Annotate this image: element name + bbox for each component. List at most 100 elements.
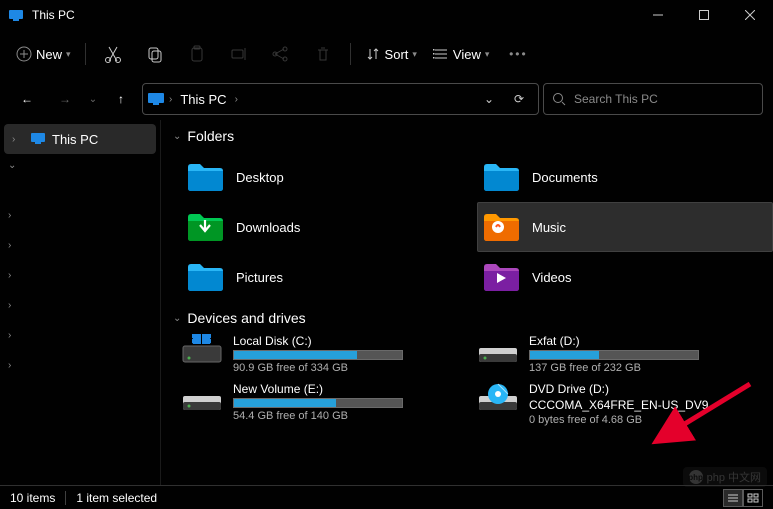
refresh-button[interactable]: ⟳	[504, 92, 534, 106]
folder-item-music[interactable]: Music	[477, 202, 773, 252]
drive-name: Local Disk (C:)	[233, 334, 403, 348]
drive-sub: CCCOMA_X64FRE_EN-US_DV9	[529, 398, 708, 412]
capacity-bar	[529, 350, 699, 360]
sidebar-hidden-item[interactable]: ⌄	[0, 160, 160, 200]
recent-dropdown[interactable]: ⌄	[86, 83, 100, 115]
separator	[85, 43, 86, 65]
sidebar-hidden-item[interactable]: ›	[0, 350, 160, 380]
drive-free: 54.4 GB free of 140 GB	[233, 410, 403, 422]
sidebar-hidden-item[interactable]: ›	[0, 260, 160, 290]
copy-icon	[146, 45, 164, 63]
folder-label: Downloads	[236, 220, 300, 235]
close-button[interactable]	[727, 0, 773, 30]
drive-free: 0 bytes free of 4.68 GB	[529, 414, 708, 426]
drive-item[interactable]: DVD Drive (D:) CCCOMA_X64FRE_EN-US_DV9 0…	[477, 382, 773, 426]
more-button[interactable]: •••	[499, 38, 537, 70]
rename-button[interactable]	[220, 38, 258, 70]
back-button[interactable]: ←	[10, 83, 44, 115]
delete-button[interactable]	[304, 38, 342, 70]
new-button[interactable]: New ▾	[10, 38, 77, 70]
share-button[interactable]	[262, 38, 300, 70]
folder-icon	[482, 161, 520, 193]
group-header-folders[interactable]: ⌄ Folders	[161, 120, 773, 152]
window-title: This PC	[32, 8, 75, 22]
status-selection: 1 item selected	[76, 491, 157, 505]
history-dropdown[interactable]: ⌄	[474, 92, 504, 106]
drive-name: New Volume (E:)	[233, 382, 403, 396]
chevron-right-icon[interactable]: ›	[8, 270, 20, 281]
chevron-down-icon: ▾	[66, 49, 71, 60]
maximize-button[interactable]	[681, 0, 727, 30]
chevron-down-icon: ▾	[485, 49, 490, 60]
group-header-devices[interactable]: ⌄ Devices and drives	[161, 302, 773, 334]
capacity-bar	[233, 398, 403, 408]
sort-button[interactable]: Sort ▾	[359, 38, 423, 70]
delete-icon	[314, 45, 332, 63]
thumbnails-view-button[interactable]	[743, 489, 763, 507]
breadcrumb[interactable]: This PC	[176, 92, 230, 107]
chevron-down-icon[interactable]: ⌄	[8, 160, 20, 171]
forward-button[interactable]: →	[48, 83, 82, 115]
address-bar[interactable]: › This PC › ⌄ ⟳	[142, 83, 539, 115]
view-icon	[433, 46, 449, 62]
drive-item[interactable]: New Volume (E:) 54.4 GB free of 140 GB	[181, 382, 477, 426]
chevron-right-icon[interactable]: ›	[12, 134, 24, 145]
folder-icon	[482, 261, 520, 293]
details-view-button[interactable]	[723, 489, 743, 507]
folder-label: Videos	[532, 270, 572, 285]
folder-icon	[186, 261, 224, 293]
drive-free: 137 GB free of 232 GB	[529, 362, 699, 374]
app-icon	[8, 7, 24, 23]
folder-label: Music	[532, 220, 566, 235]
drive-icon	[477, 382, 519, 414]
status-item-count: 10 items	[10, 491, 55, 505]
chevron-right-icon[interactable]: ›	[8, 300, 20, 311]
drive-item[interactable]: Local Disk (C:) 90.9 GB free of 334 GB	[181, 334, 477, 374]
watermark: php php 中文网	[683, 467, 767, 487]
folder-item-desktop[interactable]: Desktop	[181, 152, 477, 202]
separator	[350, 43, 351, 65]
folder-icon	[186, 211, 224, 243]
rename-icon	[230, 45, 248, 63]
copy-button[interactable]	[136, 38, 174, 70]
sort-icon	[365, 46, 381, 62]
cut-button[interactable]	[94, 38, 132, 70]
folder-item-videos[interactable]: Videos	[477, 252, 773, 302]
search-input[interactable]: Search This PC	[543, 83, 763, 115]
plus-icon	[16, 46, 32, 62]
chevron-right-icon[interactable]: ›	[8, 330, 20, 341]
view-button[interactable]: View ▾	[427, 38, 495, 70]
pc-icon	[147, 92, 165, 106]
separator	[65, 491, 66, 505]
share-icon	[272, 45, 290, 63]
chevron-down-icon: ⌄	[173, 131, 181, 142]
up-button[interactable]: ↑	[104, 83, 138, 115]
sidebar-hidden-item[interactable]: ›	[0, 230, 160, 260]
cut-icon	[104, 45, 122, 63]
drive-free: 90.9 GB free of 334 GB	[233, 362, 403, 374]
folder-item-documents[interactable]: Documents	[477, 152, 773, 202]
folder-item-pictures[interactable]: Pictures	[181, 252, 477, 302]
drive-item[interactable]: Exfat (D:) 137 GB free of 232 GB	[477, 334, 773, 374]
navigation-pane: › This PC ⌄ › › › › › ›	[0, 120, 160, 485]
sidebar-hidden-item[interactable]: ›	[0, 290, 160, 320]
folder-label: Pictures	[236, 270, 283, 285]
chevron-right-icon: ›	[235, 94, 238, 105]
folder-item-downloads[interactable]: Downloads	[181, 202, 477, 252]
sidebar-item-this-pc[interactable]: › This PC	[4, 124, 156, 154]
more-icon: •••	[509, 47, 528, 61]
chevron-right-icon[interactable]: ›	[8, 360, 20, 371]
chevron-right-icon: ›	[169, 94, 172, 105]
drive-name: DVD Drive (D:)	[529, 382, 708, 396]
chevron-right-icon[interactable]: ›	[8, 210, 20, 221]
drive-icon	[477, 334, 519, 366]
folder-label: Documents	[532, 170, 598, 185]
sidebar-hidden-item[interactable]: ›	[0, 200, 160, 230]
chevron-right-icon[interactable]: ›	[8, 240, 20, 251]
chevron-down-icon: ⌄	[173, 313, 181, 324]
sidebar-hidden-item[interactable]: ›	[0, 320, 160, 350]
paste-button[interactable]	[178, 38, 216, 70]
minimize-button[interactable]	[635, 0, 681, 30]
chevron-down-icon: ▾	[412, 49, 417, 60]
search-icon	[552, 92, 566, 106]
